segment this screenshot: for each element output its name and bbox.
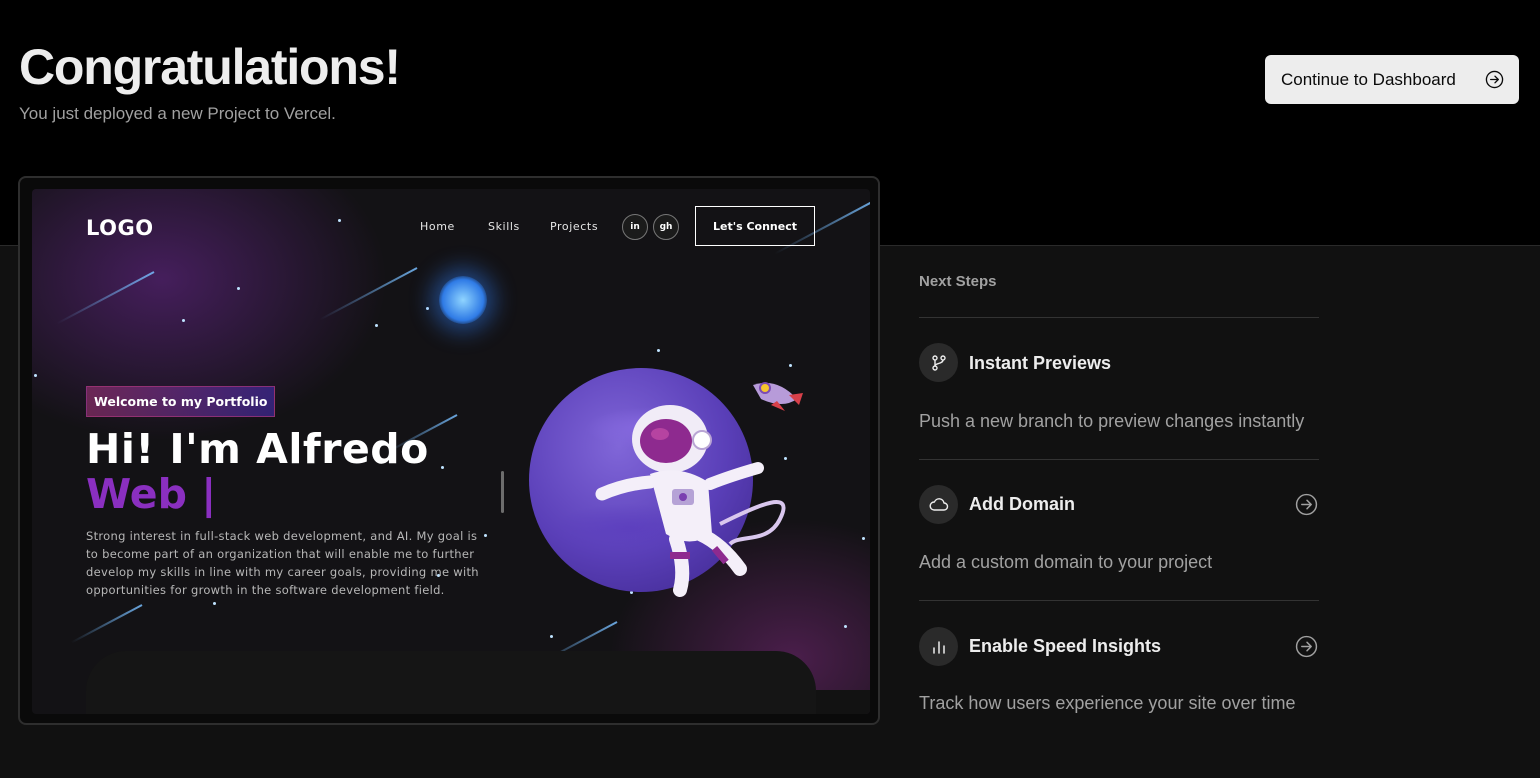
shooting-star [70,604,143,644]
site-hero-name: Hi! I'm Alfredo [86,425,429,473]
star [34,374,37,377]
bar-chart-icon [919,627,958,666]
star [657,349,660,352]
star [213,602,216,605]
arrow-right-circle-icon[interactable] [1295,635,1318,658]
rocket-illustration [753,382,803,411]
glowing-planet-illustration [439,276,487,324]
star [182,319,185,322]
arrow-right-circle-icon[interactable] [1295,493,1318,516]
cloud-icon [919,485,958,524]
site-hero-role: Web | [86,470,217,518]
preview-screenshot: LOGO Home Skills Projects in gh Let's Co… [32,189,870,714]
next-steps-heading: Next Steps [919,273,997,290]
arrow-right-circle-icon [1485,70,1504,89]
step-title-enable-speed-insights[interactable]: Enable Speed Insights [969,636,1161,657]
git-branch-icon [919,343,958,382]
site-nav-home: Home [420,220,455,233]
star [862,537,865,540]
step-desc-enable-speed-insights: Track how users experience your site ove… [919,693,1296,713]
site-nav-projects: Projects [550,220,599,233]
step-title-add-domain[interactable]: Add Domain [969,494,1075,515]
site-scroll-indicator [501,471,504,513]
deployment-preview[interactable]: LOGO Home Skills Projects in gh Let's Co… [18,176,880,725]
linkedin-icon: in [622,214,648,240]
divider [919,317,1319,318]
star [789,364,792,367]
page-subtitle: You just deployed a new Project to Verce… [19,104,336,123]
shooting-star [56,271,155,325]
site-nav-skills: Skills [488,220,520,233]
divider [919,459,1319,460]
star [338,219,341,222]
page-title: Congratulations! [19,39,401,95]
github-icon: gh [653,214,679,240]
star [237,287,240,290]
star [441,466,444,469]
shooting-star [319,267,418,321]
star [844,625,847,628]
site-hero-description: Strong interest in full-stack web develo… [86,529,479,597]
astronaut-illustration [595,405,786,597]
divider [919,600,1319,601]
site-connect-button: Let's Connect [695,206,815,246]
step-title-instant-previews[interactable]: Instant Previews [969,353,1111,374]
star [375,324,378,327]
site-welcome-tag: Welcome to my Portfolio [86,386,276,417]
step-desc-instant-previews: Push a new branch to preview changes ins… [919,411,1305,431]
site-edge-block [816,690,870,714]
star [550,635,553,638]
continue-to-dashboard-button[interactable]: Continue to Dashboard [1265,55,1519,104]
continue-button-label: Continue to Dashboard [1281,69,1456,89]
step-desc-add-domain: Add a custom domain to your project [919,552,1213,572]
star [426,307,429,310]
site-skills-section [86,651,816,714]
site-logo: LOGO [86,216,154,240]
